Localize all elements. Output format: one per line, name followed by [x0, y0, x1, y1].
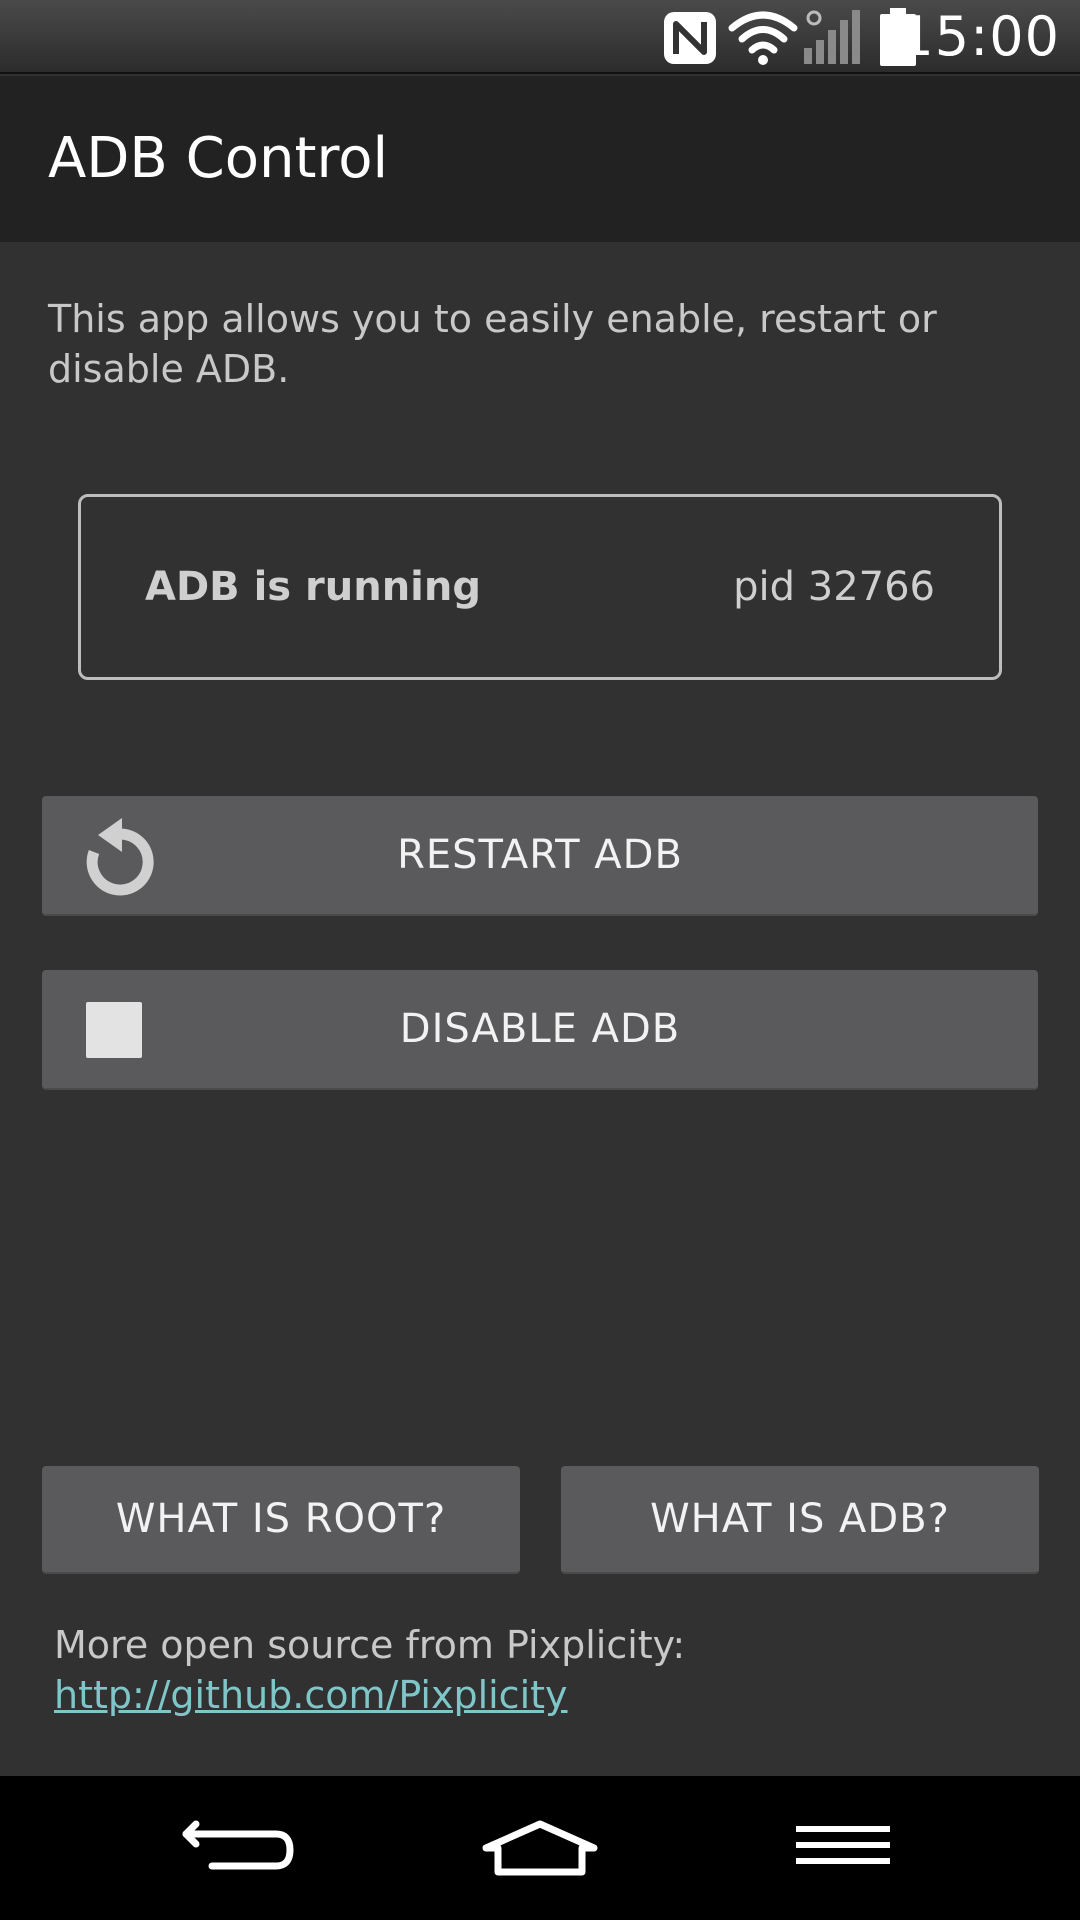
adb-status-box: ADB is running pid 32766: [78, 494, 1002, 680]
adb-status-text: ADB is running: [145, 564, 481, 610]
footer-text: More open source from Pixplicity:: [54, 1623, 686, 1667]
app-title: ADB Control: [48, 126, 389, 191]
navigation-bar: [0, 1776, 1080, 1920]
nfc-icon: [664, 12, 716, 64]
back-icon[interactable]: [158, 1798, 318, 1898]
status-bar: 15:00: [0, 0, 1080, 74]
signal-icon: [804, 10, 860, 64]
menu-icon[interactable]: [762, 1798, 922, 1898]
home-icon[interactable]: [460, 1798, 620, 1898]
what-is-adb-button[interactable]: WHAT IS ADB?: [561, 1466, 1039, 1574]
wifi-icon: [728, 11, 798, 65]
what-is-root-button[interactable]: WHAT IS ROOT?: [42, 1466, 520, 1574]
restart-adb-label: RESTART ADB: [397, 832, 683, 878]
restart-adb-button[interactable]: RESTART ADB: [42, 796, 1038, 916]
github-link[interactable]: http://github.com/Pixplicity: [54, 1670, 568, 1720]
disable-adb-button[interactable]: DISABLE ADB: [42, 970, 1038, 1090]
what-is-adb-label: WHAT IS ADB?: [650, 1496, 950, 1542]
adb-pid-text: pid 32766: [733, 564, 935, 610]
action-bar: ADB Control: [0, 76, 1080, 242]
description-text: This app allows you to easily enable, re…: [48, 297, 937, 391]
status-time: 15:00: [899, 5, 1060, 68]
what-is-root-label: WHAT IS ROOT?: [115, 1496, 447, 1542]
disable-adb-label: DISABLE ADB: [399, 1006, 681, 1052]
screen: 15:00 ADB Control This app allows you to…: [0, 0, 1080, 1920]
